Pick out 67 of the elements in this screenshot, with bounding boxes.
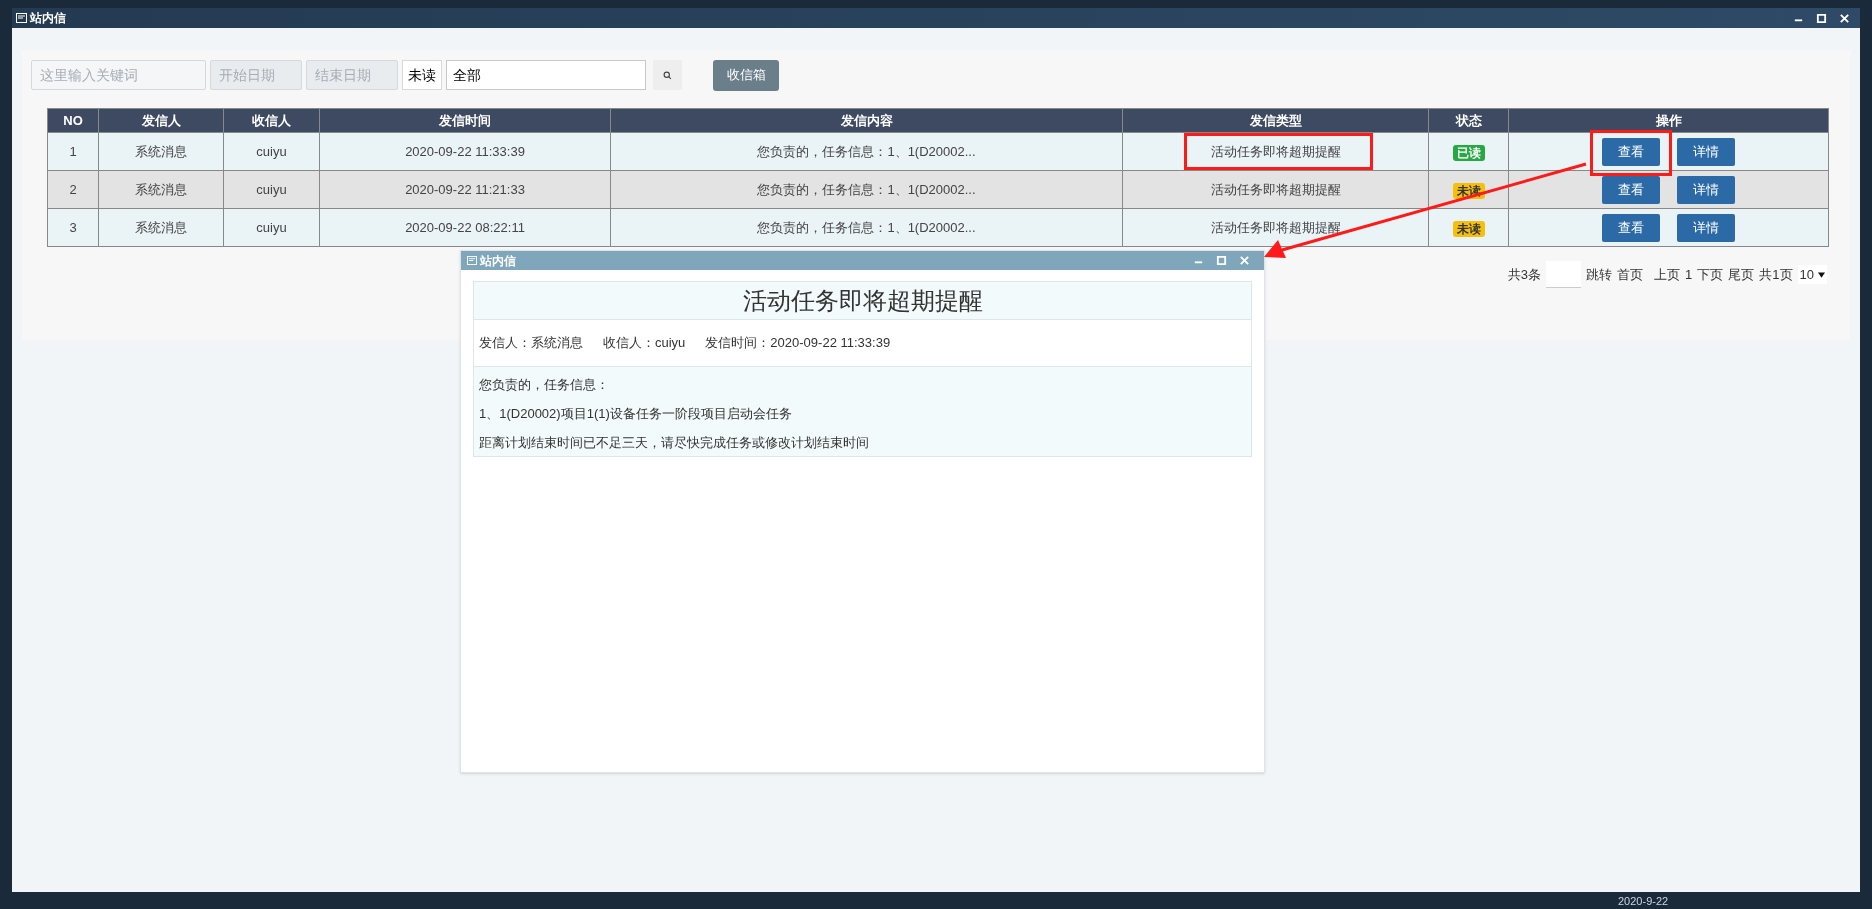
- window-icon: [467, 256, 477, 265]
- table-cell: 2: [47, 170, 99, 209]
- dialog-title: 站内信: [480, 252, 516, 270]
- column-header: 发信内容: [610, 108, 1123, 133]
- meta-text: 收信人：cuiyu: [603, 334, 686, 353]
- status-badge: 未读: [1452, 220, 1485, 237]
- table-cell: 2020-09-22 11:33:39: [319, 132, 611, 171]
- maximize-icon[interactable]: [1816, 12, 1827, 24]
- view-button[interactable]: 查看: [1602, 175, 1660, 204]
- table-cell: 您负责的，任务信息：1、1(D20002...: [610, 132, 1123, 171]
- message-line: 1、1(D20002)项目1(1)设备任务一阶段项目启动会任务: [479, 405, 793, 423]
- taskbar-date: 2020-9-22: [1618, 894, 1669, 909]
- first-page-link[interactable]: 首页: [1617, 264, 1644, 285]
- total-count: 共3条: [1507, 265, 1542, 284]
- search-icon: [663, 70, 672, 80]
- message-heading: 活动任务即将超期提醒: [474, 282, 1251, 320]
- table-cell: 活动任务即将超期提醒: [1122, 208, 1429, 247]
- status-badge: 已读: [1452, 144, 1485, 161]
- table-cell: 3: [47, 208, 99, 247]
- table-cell: cuiyu: [223, 170, 320, 209]
- table-cell: cuiyu: [223, 208, 320, 247]
- view-button[interactable]: 查看: [1602, 137, 1660, 166]
- column-header: 操作: [1508, 108, 1829, 133]
- view-button[interactable]: 查看: [1602, 213, 1660, 242]
- window-title: 站内信: [30, 10, 66, 27]
- table-cell: 活动任务即将超期提醒: [1122, 132, 1429, 171]
- message-line: 距离计划结束时间已不足三天，请尽快完成任务或修改计划结束时间: [479, 434, 870, 452]
- column-header: NO: [47, 108, 99, 133]
- filter-label: 未读: [402, 60, 442, 90]
- date-field[interactable]: 开始日期: [210, 60, 302, 90]
- table-cell: 系统消息: [98, 132, 224, 171]
- meta-text: 发信时间：2020-09-22 11:33:39: [705, 334, 891, 353]
- page-jump-field[interactable]: [1546, 261, 1582, 288]
- meta-text: 发信人：系统消息: [479, 334, 583, 353]
- search-button[interactable]: [653, 60, 682, 90]
- current-page: 1: [1685, 265, 1693, 284]
- column-header: 发信时间: [319, 108, 611, 133]
- inbox-button[interactable]: 收信箱: [713, 59, 779, 91]
- column-header: 收信人: [223, 108, 320, 133]
- caret-icon: [1818, 271, 1825, 278]
- next-page-link[interactable]: 下页: [1697, 264, 1724, 285]
- read-filter-select[interactable]: 全部: [446, 60, 646, 90]
- table-cell: 1: [47, 132, 99, 171]
- close-icon[interactable]: [1839, 12, 1850, 24]
- keyword-field[interactable]: 这里输入关键词: [31, 60, 206, 90]
- last-page-link[interactable]: 尾页: [1728, 264, 1755, 285]
- prev-page-link[interactable]: 上页: [1654, 264, 1681, 285]
- table-cell: 系统消息: [98, 208, 224, 247]
- table-cell: 活动任务即将超期提醒: [1122, 170, 1429, 209]
- table-cell: cuiyu: [223, 132, 320, 171]
- details-button[interactable]: 详情: [1677, 175, 1735, 204]
- page-count: 共1页: [1759, 265, 1793, 284]
- column-header: 发信人: [98, 108, 224, 133]
- message-line: 您负责的，任务信息：: [479, 376, 610, 394]
- table-cell: 2020-09-22 11:21:33: [319, 170, 611, 209]
- column-header: 发信类型: [1122, 108, 1429, 133]
- table-cell: 2020-09-22 08:22:11: [319, 208, 611, 247]
- details-button[interactable]: 详情: [1677, 213, 1735, 242]
- table-cell: 系统消息: [98, 170, 224, 209]
- table-cell: 您负责的，任务信息：1、1(D20002...: [610, 208, 1123, 247]
- jump-link[interactable]: 跳转: [1586, 264, 1613, 285]
- window-icon: [16, 13, 27, 23]
- table-cell: 您负责的，任务信息：1、1(D20002...: [610, 170, 1123, 209]
- column-header: 状态: [1428, 108, 1509, 133]
- page-size-select[interactable]: 10: [1797, 264, 1827, 285]
- date-field[interactable]: 结束日期: [306, 60, 398, 90]
- details-button[interactable]: 详情: [1677, 137, 1735, 166]
